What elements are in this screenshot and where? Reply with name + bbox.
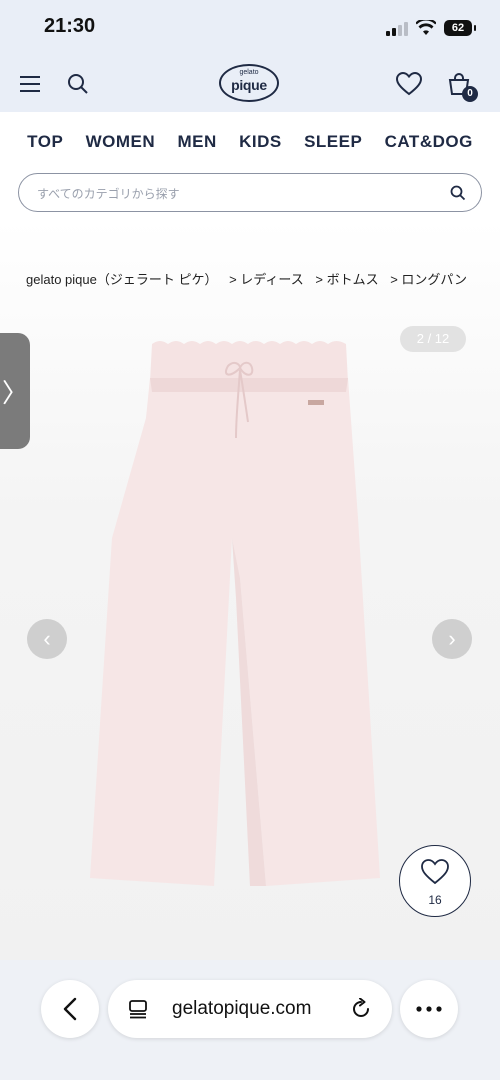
url-text: gelatopique.com <box>172 998 312 1019</box>
nav-item-women[interactable]: WOMEN <box>86 132 156 152</box>
more-icon <box>416 1006 442 1012</box>
favorite-count: 16 <box>428 893 442 907</box>
brand-logo[interactable]: gelato pique <box>219 64 279 102</box>
heart-icon[interactable] <box>393 68 425 100</box>
heart-icon <box>421 859 449 885</box>
nav-item-sleep[interactable]: SLEEP <box>304 132 362 152</box>
back-button[interactable] <box>41 980 99 1038</box>
cart-count-badge: 0 <box>462 86 478 102</box>
status-bar: 21:30 62 <box>0 0 500 56</box>
site-header: gelato pique 0 <box>0 56 500 112</box>
nav-item-top[interactable]: TOP <box>27 132 63 152</box>
menu-icon[interactable] <box>14 68 46 100</box>
breadcrumb-item[interactable]: > レディース <box>229 272 304 287</box>
status-icons: 62 <box>386 16 476 40</box>
battery-icon: 62 <box>444 20 476 36</box>
reload-icon[interactable] <box>350 998 372 1020</box>
browser-toolbar: gelatopique.com <box>0 960 500 1080</box>
back-arrow-icon <box>63 997 77 1021</box>
product-image <box>90 341 380 886</box>
cart-icon[interactable]: 0 <box>443 68 478 102</box>
search-icon[interactable] <box>62 68 94 100</box>
nav-item-kids[interactable]: KIDS <box>239 132 282 152</box>
breadcrumb-item[interactable]: gelato pique（ジェラート ピケ） <box>26 272 217 287</box>
logo-text: pique <box>231 77 267 93</box>
prev-image-button[interactable]: ‹ <box>27 619 67 659</box>
screen: 21:30 62 gelato pique 0 TOP WOMEN MEN KI… <box>0 0 500 1080</box>
cellular-signal-icon <box>386 20 408 36</box>
status-time: 21:30 <box>44 15 96 37</box>
image-counter: 2 / 12 <box>400 326 466 352</box>
search-placeholder: すべてのカテゴリから探す <box>37 187 180 201</box>
product-gallery: gelato pique（ジェラート ピケ） > レディース > ボトムス > … <box>0 220 500 960</box>
category-nav: TOP WOMEN MEN KIDS SLEEP CAT&DOG <box>0 112 500 172</box>
wifi-icon <box>416 20 436 35</box>
nav-item-men[interactable]: MEN <box>178 132 217 152</box>
breadcrumb-item[interactable]: > ロングパン <box>390 272 467 287</box>
search-submit-icon[interactable] <box>447 182 469 204</box>
favorite-button[interactable]: 16 <box>399 845 471 917</box>
search-input[interactable]: すべてのカテゴリから探す <box>18 173 482 212</box>
more-button[interactable] <box>400 980 458 1038</box>
logo-subtext: gelato <box>239 69 259 76</box>
breadcrumb: gelato pique（ジェラート ピケ） > レディース > ボトムス > … <box>26 269 500 288</box>
nav-item-cat-dog[interactable]: CAT&DOG <box>385 132 473 152</box>
next-image-button[interactable]: › <box>432 619 472 659</box>
tabs-icon[interactable] <box>128 999 148 1019</box>
breadcrumb-item[interactable]: > ボトムス <box>315 272 378 287</box>
side-panel-tab[interactable]: 〉 <box>0 333 30 449</box>
address-bar[interactable]: gelatopique.com <box>108 980 392 1038</box>
